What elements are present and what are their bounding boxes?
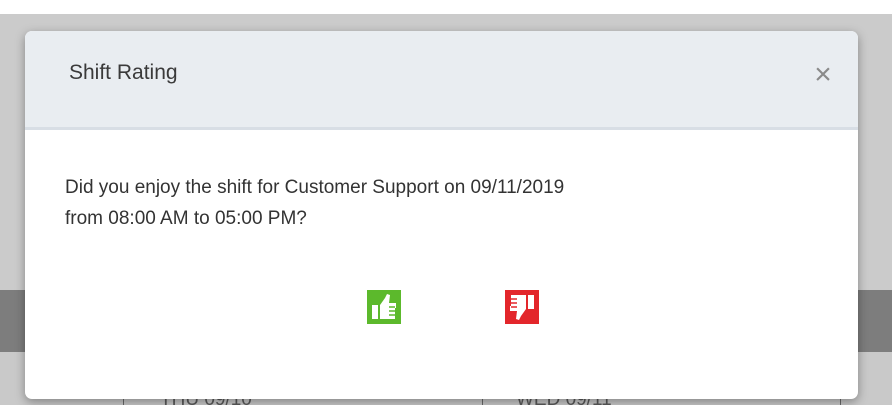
dialog-body: Did you enjoy the shift for Customer Sup… xyxy=(25,130,858,399)
shift-rating-dialog: Shift Rating × Did you enjoy the shift f… xyxy=(25,31,858,399)
close-button[interactable]: × xyxy=(809,60,837,91)
rating-question-line1: Did you enjoy the shift for Customer Sup… xyxy=(65,177,565,198)
thumbs-up-icon xyxy=(367,290,401,324)
dialog-header: Shift Rating × xyxy=(25,31,858,130)
rating-question: Did you enjoy the shift for Customer Sup… xyxy=(65,172,835,234)
thumbs-up-button[interactable] xyxy=(367,290,401,324)
dialog-title: Shift Rating xyxy=(69,61,178,84)
background-top-bar xyxy=(0,0,892,14)
thumbs-down-button[interactable] xyxy=(505,290,539,324)
thumbs-down-icon xyxy=(505,290,539,324)
rating-question-line2: from 08:00 AM to 05:00 PM? xyxy=(65,208,307,229)
